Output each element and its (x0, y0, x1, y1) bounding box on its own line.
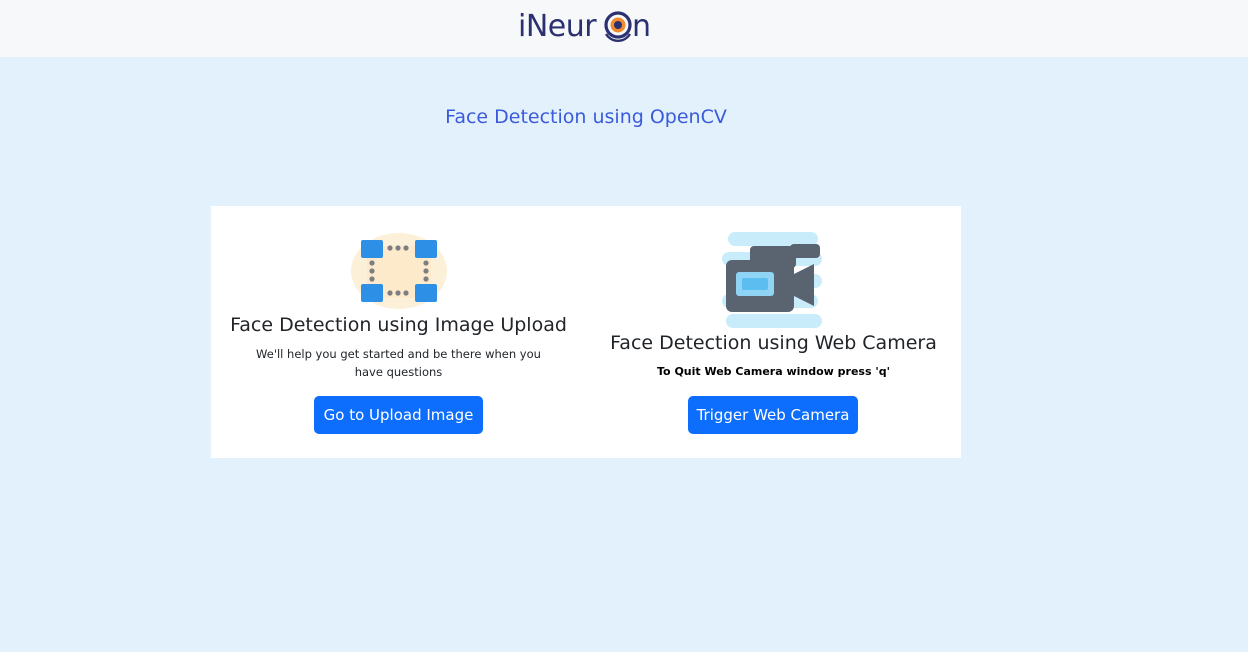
web-camera-quit-note: To Quit Web Camera window press 'q' (657, 365, 890, 378)
ineuron-logo-graphic: iNeur n (518, 9, 651, 44)
video-camera-icon (722, 232, 826, 332)
page-title: Face Detection using OpenCV (445, 106, 727, 128)
image-upload-title: Face Detection using Image Upload (230, 314, 567, 336)
options-card: Face Detection using Image Upload We'll … (211, 206, 961, 458)
trigger-web-camera-button[interactable]: Trigger Web Camera (688, 396, 858, 434)
go-to-upload-image-button[interactable]: Go to Upload Image (314, 396, 483, 434)
svg-text:iNeur: iNeur (518, 9, 597, 44)
ineuron-logo[interactable]: iNeur n (518, 6, 654, 46)
svg-text:n: n (632, 9, 651, 44)
image-upload-icon (349, 230, 449, 316)
web-camera-section: Face Detection using Web Camera To Quit … (586, 206, 961, 458)
web-camera-title: Face Detection using Web Camera (610, 332, 937, 354)
top-navbar: iNeur n (0, 0, 1248, 57)
image-upload-description: We'll help you get started and be there … (256, 347, 541, 379)
image-upload-section: Face Detection using Image Upload We'll … (211, 206, 586, 458)
